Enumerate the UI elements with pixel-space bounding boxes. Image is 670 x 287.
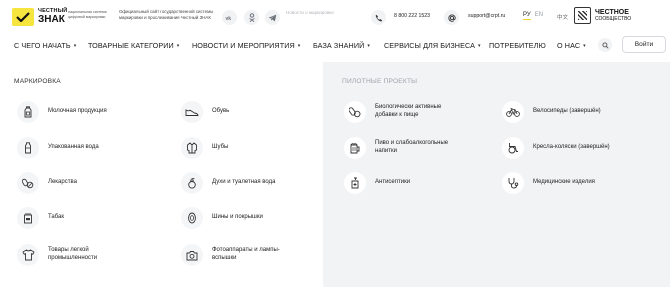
nav-item-label: ТОВАРНЫЕ КАТЕГОРИИ <box>88 41 174 50</box>
logo-mark-icon <box>12 8 34 26</box>
category-label: Лекарства <box>48 179 77 186</box>
email-icon <box>444 10 459 25</box>
news-link[interactable]: Новости о маркировке <box>286 10 338 16</box>
pilot-supplements[interactable]: Биологически активные добавки к пище <box>344 101 465 123</box>
pilot-label: Велосипеды (завершён) <box>533 108 601 115</box>
logo-line2: ЗНАК <box>38 14 65 26</box>
language-ru[interactable]: РУ <box>523 12 531 20</box>
nav-item-about[interactable]: О НАС ▾ <box>557 41 586 50</box>
pilot-label: Антисептики <box>375 179 411 186</box>
chevron-down-icon: ▾ <box>478 43 481 49</box>
pilot-section-title: ПИЛОТНЫЕ ПРОЕКТЫ <box>342 78 418 85</box>
category-milk[interactable]: Молочная продукция <box>17 101 107 123</box>
category-label: Шины и покрышки <box>212 214 263 221</box>
pilot-medical-devices[interactable]: Медицинские изделия <box>502 172 595 194</box>
category-tobacco[interactable]: Табак <box>17 207 64 229</box>
nav-item-start[interactable]: С ЧЕГО НАЧАТЬ ▾ <box>14 41 76 50</box>
nav-item-label: С ЧЕГО НАЧАТЬ <box>14 41 71 50</box>
language-switcher: РУ EN <box>523 12 543 20</box>
telegram-icon[interactable] <box>265 10 280 25</box>
marking-section-title: МАРКИРОВКА <box>14 78 61 85</box>
pills-icon <box>17 172 39 194</box>
nav-item-label: О НАС <box>557 41 581 50</box>
category-perfume[interactable]: Духи и туалетная вода <box>181 172 275 194</box>
language-en[interactable]: EN <box>535 12 543 20</box>
wheelchair-icon <box>502 137 524 159</box>
tshirt-icon <box>17 244 39 266</box>
category-label: Молочная продукция <box>48 108 107 115</box>
pilot-label: Медицинские изделия <box>533 179 595 186</box>
community-logo-icon <box>574 7 591 24</box>
water-bottle-icon <box>17 137 39 159</box>
pilot-beer[interactable]: Пиво и слабоалкогольные напитки <box>344 137 467 159</box>
top-header: ЧЕСТНЫЙ ЗНАК национальная система цифров… <box>0 0 670 34</box>
chestny-znak-logo[interactable]: ЧЕСТНЫЙ ЗНАК <box>12 8 67 26</box>
beer-icon <box>344 137 366 159</box>
category-label: Упакованная вода <box>48 144 99 151</box>
camera-icon <box>181 244 203 266</box>
bicycle-icon <box>502 101 524 123</box>
nav-item-label: НОВОСТИ И МЕРОПРИЯТИЯ <box>192 41 295 50</box>
pilot-label: Кресла-коляски (завершён) <box>533 144 610 151</box>
nav-item-consumer[interactable]: ПОТРЕБИТЕЛЮ <box>489 41 546 50</box>
ok-icon[interactable] <box>244 10 259 25</box>
category-tires[interactable]: Шины и покрышки <box>181 207 263 229</box>
logo-tagline: национальная система цифровой маркировки <box>68 10 107 19</box>
category-cameras[interactable]: Фотоаппараты и лампы-вспышки <box>181 244 296 266</box>
nav-item-business[interactable]: СЕРВИСЫ ДЛЯ БИЗНЕСА ▾ <box>384 41 481 50</box>
pilot-antiseptics[interactable]: Антисептики <box>344 172 410 194</box>
phone-icon <box>371 10 386 25</box>
cigarettes-icon <box>17 207 39 229</box>
supplements-icon <box>344 101 366 123</box>
community-logo-line2: СООБЩЕСТВО <box>595 16 632 22</box>
category-label: Товары легкой промышленности <box>48 247 98 261</box>
support-email[interactable]: support@crpt.ru <box>468 13 505 19</box>
main-nav: С ЧЕГО НАЧАТЬ ▾ ТОВАРНЫЕ КАТЕГОРИИ ▾ НОВОС… <box>0 34 670 56</box>
category-label: Табак <box>48 214 64 221</box>
chevron-down-icon: ▾ <box>73 43 77 49</box>
stethoscope-icon <box>502 172 524 194</box>
chestnoe-soobshchestvo-logo[interactable]: ЧЕСТНОЕ СООБЩЕСТВО <box>574 7 631 24</box>
tire-icon <box>181 207 203 229</box>
language-zh[interactable]: 中文 <box>557 13 568 21</box>
nav-item-label: СЕРВИСЫ ДЛЯ БИЗНЕСА <box>384 41 475 50</box>
phone-number[interactable]: 8 800 222 1523 <box>394 13 430 19</box>
category-shoes[interactable]: Обувь <box>181 101 229 123</box>
chevron-down-icon: ▾ <box>583 43 586 49</box>
category-label: Обувь <box>212 108 230 115</box>
category-light-industry[interactable]: Товары легкой промышленности <box>17 244 118 266</box>
pilot-wheelchairs[interactable]: Кресла-коляски (завершён) <box>502 137 610 159</box>
chevron-down-icon: ▾ <box>176 43 180 49</box>
nav-item-categories[interactable]: ТОВАРНЫЕ КАТЕГОРИИ ▾ <box>88 41 179 50</box>
category-fur[interactable]: Шубы <box>181 137 228 159</box>
category-label: Шубы <box>212 144 229 151</box>
category-water[interactable]: Упакованная вода <box>17 137 99 159</box>
milk-icon <box>17 101 39 123</box>
nav-item-news[interactable]: НОВОСТИ И МЕРОПРИЯТИЯ ▾ <box>192 41 300 50</box>
nav-item-label: ПОТРЕБИТЕЛЮ <box>489 41 546 50</box>
fur-coat-icon <box>181 137 203 159</box>
nav-item-knowledge[interactable]: БАЗА ЗНАНИЙ ▾ <box>313 41 370 50</box>
antiseptic-icon <box>344 172 366 194</box>
category-label: Фотоаппараты и лампы-вспышки <box>212 247 280 261</box>
chevron-down-icon: ▾ <box>367 43 370 49</box>
chevron-down-icon: ▾ <box>297 43 301 49</box>
pilot-label: Пиво и слабоалкогольные напитки <box>375 140 449 154</box>
pilot-label: Биологически активные добавки к пище <box>375 104 442 118</box>
pilot-bicycles[interactable]: Велосипеды (завершён) <box>502 101 601 123</box>
category-medicines[interactable]: Лекарства <box>17 172 77 194</box>
category-label: Духи и туалетная вода <box>212 179 276 186</box>
login-button[interactable]: Войти <box>622 36 666 53</box>
search-icon[interactable] <box>598 38 612 52</box>
nav-item-label: БАЗА ЗНАНИЙ <box>313 41 365 50</box>
site-description: Официальный сайт государственной системы… <box>119 9 214 20</box>
vk-icon[interactable]: vk <box>222 10 237 25</box>
perfume-icon <box>181 172 203 194</box>
shoe-icon <box>181 101 203 123</box>
community-logo-line1: ЧЕСТНОЕ <box>595 9 629 16</box>
svg-text:vk: vk <box>226 16 232 21</box>
